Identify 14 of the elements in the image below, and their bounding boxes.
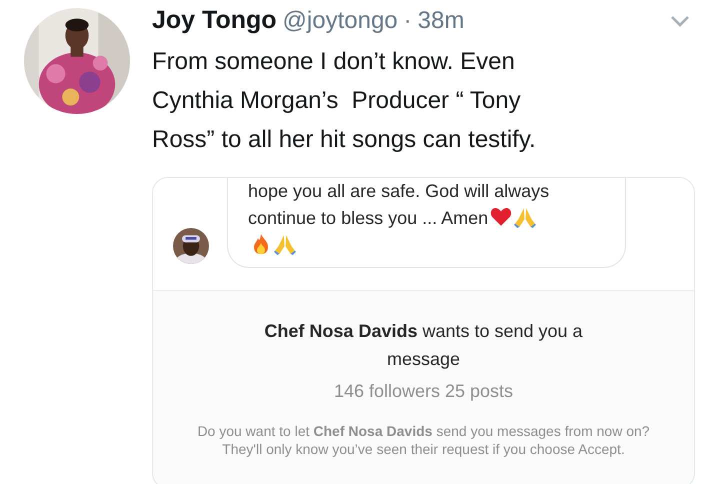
chevron-down-icon[interactable] — [670, 15, 690, 27]
praying-hands-icon — [274, 233, 296, 255]
message-text: hope you all are safe. God will always — [248, 180, 550, 203]
message-text: continue to bless you ... Amen — [248, 207, 488, 230]
separator: · — [404, 7, 412, 35]
profile-stats: 146 followers 25 posts — [332, 381, 514, 402]
tweet-time[interactable]: 38m — [418, 7, 464, 35]
heart-icon — [490, 206, 512, 228]
request-title: Chef Nosa Davids wants to send you a message — [263, 320, 584, 371]
praying-hands-icon — [514, 206, 536, 228]
user-name[interactable]: Joy Tongo — [152, 6, 277, 35]
user-handle[interactable]: @joytongo — [282, 7, 398, 35]
tweet-text: From someone I don’t know. Even Cynthia Morgan’s Producer “ Tony Ross” to all her hit songs can testify. — [152, 47, 537, 155]
request-notice: Do you want to let Chef Nosa Davids send you messages from now on? They'll only know you’ve seen their request if you choose Accept. — [196, 422, 651, 458]
